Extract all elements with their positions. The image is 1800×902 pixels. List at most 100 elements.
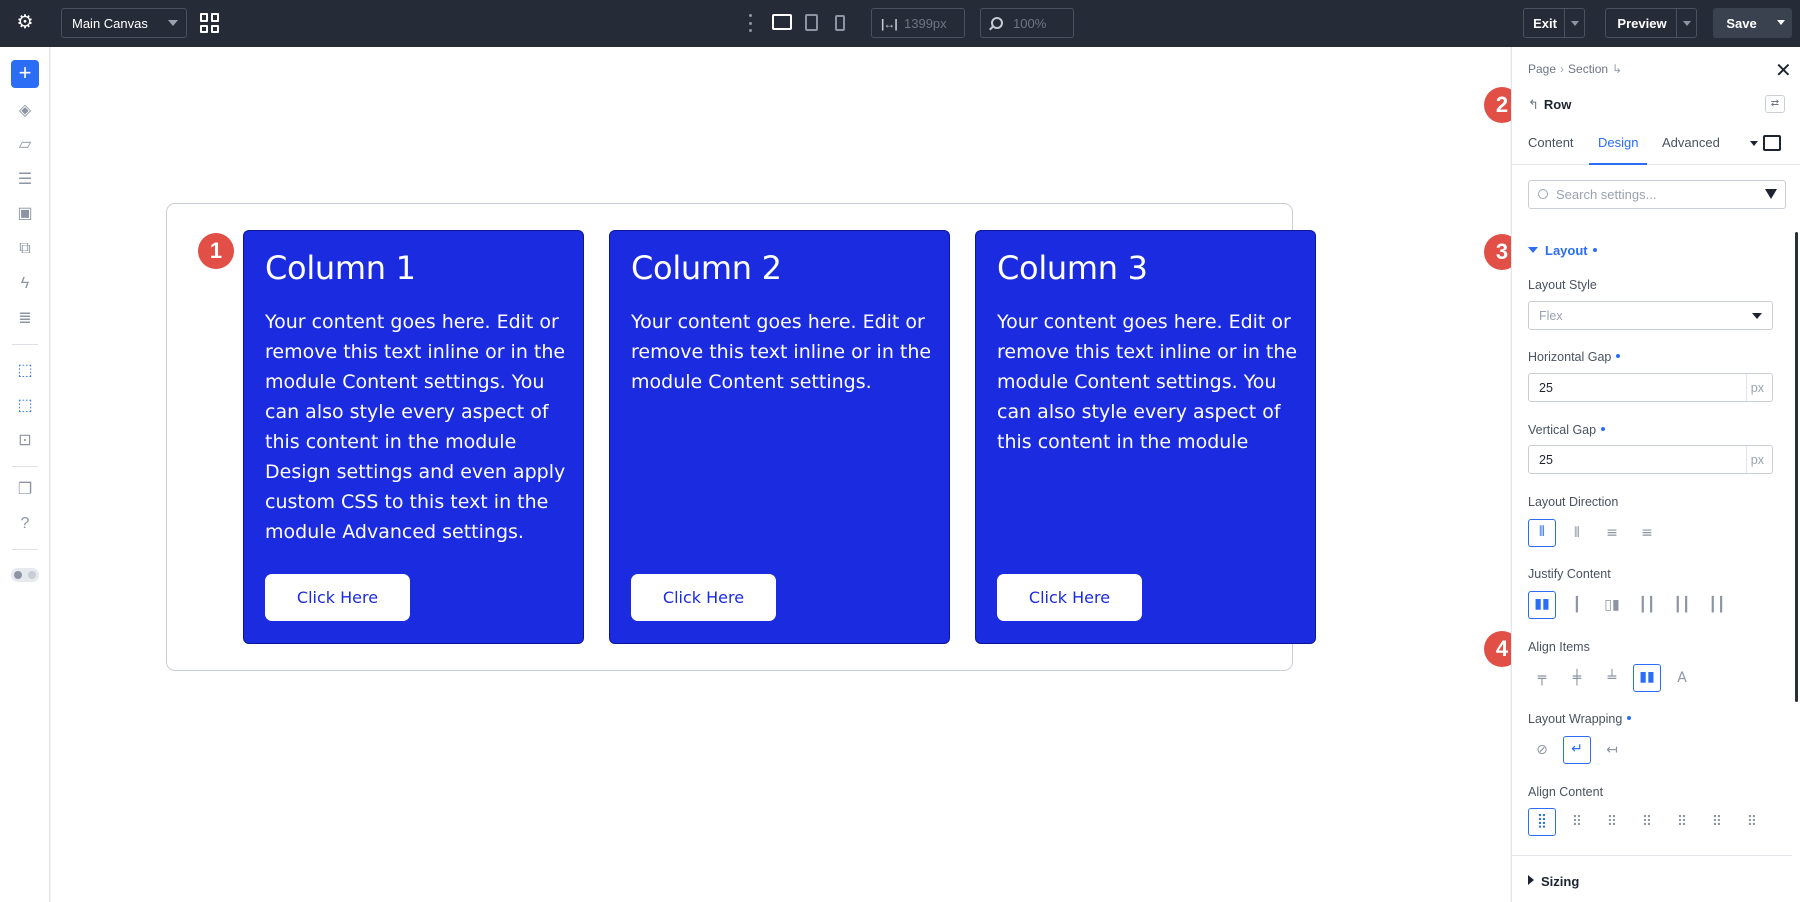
align-baseline-icon[interactable]: A bbox=[1668, 664, 1696, 692]
desktop-view-icon[interactable] bbox=[772, 14, 792, 30]
column-3[interactable]: Column 3 Your content goes here. Edit or… bbox=[975, 230, 1316, 644]
layout-section-toggle[interactable]: Layout bbox=[1528, 243, 1597, 258]
click-mode-icon[interactable]: ⬚ bbox=[15, 361, 35, 381]
exit-button[interactable]: Exit bbox=[1523, 8, 1585, 38]
align-content-stretch-icon[interactable]: ⠿ bbox=[1738, 808, 1766, 836]
horizontal-gap-label: Horizontal Gap bbox=[1528, 350, 1621, 364]
caret-right-icon bbox=[1528, 875, 1534, 885]
tablet-view-icon[interactable] bbox=[805, 14, 818, 31]
top-toolbar: ⚙ Main Canvas |↔| 1399px 100% Exit Previ… bbox=[0, 0, 1800, 47]
element-settings-icon[interactable]: ⇄ bbox=[1765, 95, 1785, 113]
grid-icon[interactable] bbox=[200, 13, 220, 33]
zoom-value: 100% bbox=[1013, 16, 1047, 31]
align-start-icon[interactable]: ╤ bbox=[1528, 664, 1556, 692]
tab-advanced[interactable]: Advanced bbox=[1662, 129, 1720, 165]
window-icon[interactable]: ❐ bbox=[15, 480, 35, 500]
search-icon bbox=[1538, 189, 1548, 199]
breadcrumb-section[interactable]: Section bbox=[1568, 62, 1608, 76]
align-content-space-between-icon[interactable]: ⠿ bbox=[1633, 808, 1661, 836]
direction-column-icon[interactable]: ≡ bbox=[1598, 519, 1626, 547]
sizing-section-toggle[interactable]: Sizing bbox=[1528, 874, 1579, 889]
callout-badge-1: 1 bbox=[198, 233, 234, 269]
element-title-label: Row bbox=[1543, 97, 1572, 112]
database-icon[interactable]: ☰ bbox=[15, 170, 35, 190]
tab-content[interactable]: Content bbox=[1528, 129, 1574, 165]
caret-down-icon bbox=[1528, 247, 1538, 253]
align-stretch-icon[interactable]: ▮▮ bbox=[1633, 664, 1661, 692]
click-here-button[interactable]: Click Here bbox=[265, 574, 410, 621]
chevron-right-icon: › bbox=[1560, 62, 1565, 76]
preview-button[interactable]: Preview bbox=[1605, 8, 1697, 38]
align-content-end-icon[interactable]: ⠿ bbox=[1598, 808, 1626, 836]
wrap-reverse-icon[interactable]: ↤ bbox=[1598, 736, 1626, 764]
gear-icon[interactable]: ⚙ bbox=[14, 12, 36, 34]
tab-more-chevron-icon[interactable] bbox=[1750, 141, 1758, 146]
help-icon[interactable]: ? bbox=[15, 514, 35, 534]
wrap-icon[interactable]: ↵ bbox=[1563, 736, 1591, 764]
canvas-select[interactable]: Main Canvas bbox=[61, 8, 187, 38]
layout-style-select[interactable]: Flex bbox=[1528, 301, 1773, 330]
canvas-width-field[interactable]: |↔| 1399px bbox=[871, 8, 965, 38]
preview-dropdown-chevron-icon[interactable] bbox=[1676, 9, 1696, 37]
phone-view-icon[interactable] bbox=[835, 15, 845, 31]
lightning-icon[interactable]: ϟ bbox=[15, 274, 35, 294]
align-content-space-around-icon[interactable]: ⠿ bbox=[1668, 808, 1696, 836]
justify-space-evenly-icon[interactable]: ┃┃ bbox=[1703, 591, 1731, 619]
search-settings-input[interactable]: Search settings... bbox=[1528, 180, 1786, 209]
justify-start-icon[interactable]: ▮▮ bbox=[1528, 591, 1556, 619]
field-divider bbox=[1746, 374, 1747, 401]
justify-space-between-icon[interactable]: ┃┃ bbox=[1633, 591, 1661, 619]
layout-style-value: Flex bbox=[1539, 309, 1563, 323]
unit-label[interactable]: px bbox=[1751, 453, 1764, 467]
vertical-gap-input[interactable]: 25 px bbox=[1528, 445, 1773, 474]
justify-space-around-icon[interactable]: ┃┃ bbox=[1668, 591, 1696, 619]
layers-icon[interactable]: ◈ bbox=[15, 101, 35, 121]
click-here-button[interactable]: Click Here bbox=[631, 574, 776, 621]
horizontal-gap-input[interactable]: 25 px bbox=[1528, 373, 1773, 402]
theme-builder-icon[interactable]: ▱ bbox=[15, 135, 35, 155]
direction-column-reverse-icon[interactable]: ≡ bbox=[1633, 519, 1661, 547]
justify-center-icon[interactable]: ┃ bbox=[1563, 591, 1591, 619]
align-end-icon[interactable]: ╧ bbox=[1598, 664, 1626, 692]
align-content-center-icon[interactable]: ⠿ bbox=[1563, 808, 1591, 836]
justify-end-icon[interactable]: ▯▮ bbox=[1598, 591, 1626, 619]
left-sidebar: + ◈ ▱ ☰ ▣ ⧉ ϟ ≣ ⬚ ⬚ ⊡ ❐ ? bbox=[0, 47, 50, 902]
responsive-icon[interactable]: ⊡ bbox=[15, 431, 35, 451]
save-button[interactable]: Save bbox=[1713, 8, 1792, 38]
no-wrap-icon[interactable]: ⊘ bbox=[1528, 736, 1556, 764]
settings-panel: Page › Section ↳ ✕ ↰ Row ⇄ Content Design Ad… bbox=[1511, 47, 1800, 902]
align-content-start-icon[interactable]: ⣿ bbox=[1528, 808, 1556, 836]
column-2[interactable]: Column 2 Your content goes here. Edit or… bbox=[609, 230, 950, 644]
close-icon[interactable]: ✕ bbox=[1775, 58, 1792, 83]
tab-design[interactable]: Design bbox=[1589, 129, 1648, 165]
add-icon[interactable]: + bbox=[11, 60, 39, 88]
unit-label[interactable]: px bbox=[1751, 381, 1764, 395]
select-mode-icon[interactable]: ⬚ bbox=[15, 396, 35, 416]
column-1[interactable]: Column 1 Your content goes here. Edit or… bbox=[243, 230, 584, 644]
list-icon[interactable]: ≣ bbox=[15, 309, 35, 329]
return-icon: ↳ bbox=[1612, 62, 1623, 76]
panel-scrollbar[interactable] bbox=[1795, 232, 1798, 702]
preview-box-icon[interactable] bbox=[1763, 135, 1781, 151]
chevron-down-icon bbox=[1752, 313, 1762, 319]
align-center-icon[interactable]: ╪ bbox=[1563, 664, 1591, 692]
direction-row-reverse-icon[interactable]: ⫴ bbox=[1563, 519, 1591, 547]
align-items-label: Align Items bbox=[1528, 640, 1590, 654]
filter-icon[interactable] bbox=[1765, 189, 1777, 199]
click-here-button[interactable]: Click Here bbox=[997, 574, 1142, 621]
more-vertical-icon[interactable] bbox=[749, 14, 753, 32]
pages-icon[interactable]: ⧉ bbox=[15, 239, 35, 259]
vertical-gap-text: Vertical Gap bbox=[1528, 423, 1597, 437]
layout-direction-label: Layout Direction bbox=[1528, 495, 1619, 509]
justify-content-label: Justify Content bbox=[1528, 567, 1611, 581]
direction-row-icon[interactable]: ⫴ bbox=[1528, 519, 1556, 547]
exit-dropdown-chevron-icon[interactable] bbox=[1564, 9, 1584, 37]
mode-toggle[interactable] bbox=[11, 568, 39, 582]
vertical-gap-value: 25 bbox=[1539, 453, 1553, 467]
align-content-space-evenly-icon[interactable]: ⠿ bbox=[1703, 808, 1731, 836]
back-icon[interactable]: ↰ bbox=[1528, 97, 1539, 112]
save-dropdown-chevron-icon[interactable] bbox=[1770, 8, 1792, 38]
zoom-field[interactable]: 100% bbox=[980, 8, 1074, 38]
presets-icon[interactable]: ▣ bbox=[15, 204, 35, 224]
breadcrumb-page[interactable]: Page bbox=[1528, 62, 1556, 76]
